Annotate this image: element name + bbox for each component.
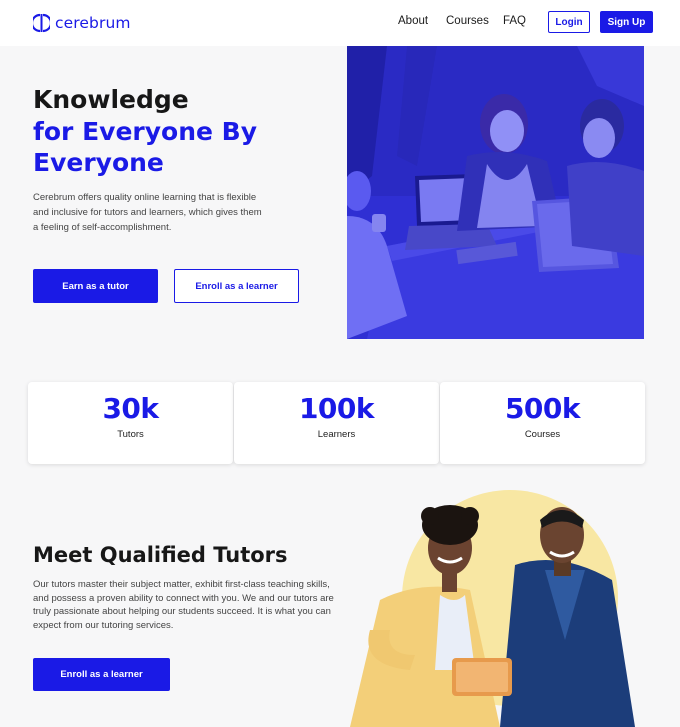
brand-name: cerebrum bbox=[55, 14, 131, 32]
stat-card-tutors: 30k Tutors bbox=[28, 382, 233, 464]
brand-logo[interactable]: cerebrum bbox=[33, 12, 131, 34]
tutors-section-title: Meet Qualified Tutors bbox=[33, 543, 288, 567]
enroll-as-learner-outline-button[interactable]: Enroll as a learner bbox=[174, 269, 299, 303]
hero-description: Cerebrum offers quality online learning … bbox=[33, 192, 262, 233]
enroll-as-learner-button[interactable]: Enroll as a learner bbox=[33, 658, 170, 691]
stat-label: Tutors bbox=[117, 429, 144, 440]
top-navbar: cerebrum About Courses FAQ Login Sign Up bbox=[0, 0, 680, 46]
earn-as-tutor-button[interactable]: Earn as a tutor bbox=[33, 269, 158, 303]
stat-value: 30k bbox=[102, 392, 159, 425]
login-button[interactable]: Login bbox=[548, 11, 590, 33]
nav-link-about[interactable]: About bbox=[398, 15, 428, 27]
students-studying-photo bbox=[347, 46, 644, 339]
hero-image bbox=[347, 46, 644, 339]
cerebrum-logo-icon bbox=[33, 13, 50, 33]
stat-label: Learners bbox=[317, 429, 356, 440]
hero-title-line-3: Everyone bbox=[33, 148, 164, 177]
hero-title-line-2: for Everyone By bbox=[33, 116, 258, 146]
stat-card-courses: 500k Courses bbox=[440, 382, 645, 464]
stat-label: Courses bbox=[524, 429, 561, 440]
tutors-image bbox=[350, 490, 650, 727]
tutors-photo bbox=[350, 490, 635, 727]
tutors-section-description: Our tutors master their subject matter, … bbox=[33, 579, 334, 631]
nav-link-faq[interactable]: FAQ bbox=[503, 15, 526, 27]
signup-button[interactable]: Sign Up bbox=[600, 11, 653, 33]
stat-value: 500k bbox=[504, 392, 581, 425]
hero-title-line-1: Knowledge bbox=[33, 85, 189, 114]
stat-value: 100k bbox=[298, 392, 375, 425]
nav-link-courses[interactable]: Courses bbox=[446, 15, 489, 27]
stat-card-learners: 100k Learners bbox=[234, 382, 439, 464]
hero-title: Knowledge for Everyone By Everyone bbox=[33, 84, 257, 179]
